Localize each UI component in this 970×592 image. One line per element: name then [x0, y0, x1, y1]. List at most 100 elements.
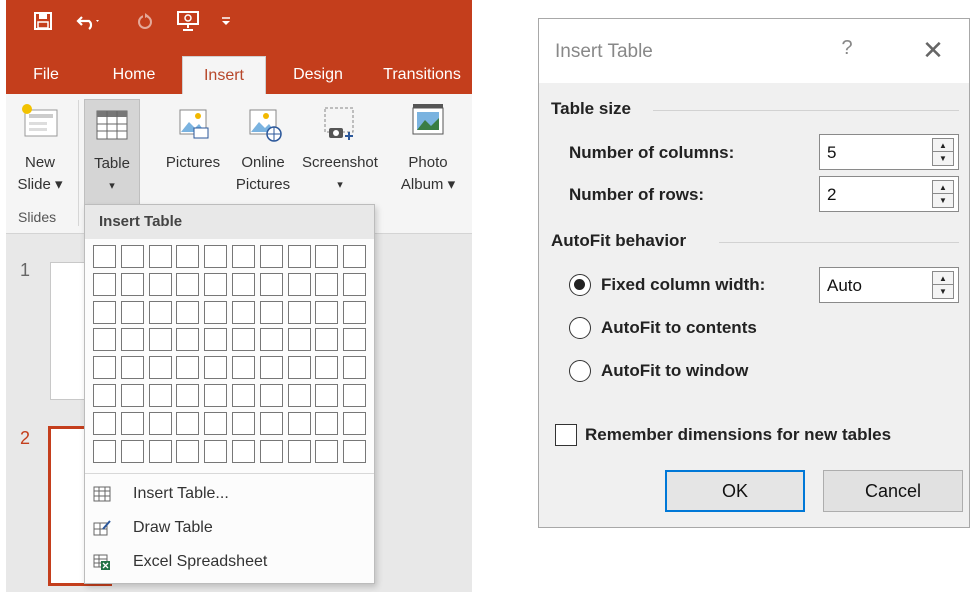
ok-button[interactable]: OK: [665, 470, 805, 512]
grid-cell[interactable]: [93, 300, 116, 324]
grid-cell[interactable]: [259, 328, 283, 352]
grid-cell[interactable]: [287, 272, 311, 296]
online-pictures-button[interactable]: Online Pictures: [232, 102, 294, 196]
grid-cell[interactable]: [176, 356, 200, 380]
grid-cell[interactable]: [259, 272, 283, 296]
grid-cell[interactable]: [287, 328, 311, 352]
grid-cell[interactable]: [93, 328, 116, 352]
customize-toolbar-icon[interactable]: [218, 8, 234, 34]
fixed-width-value[interactable]: Auto: [827, 276, 862, 296]
autofit-contents-label[interactable]: AutoFit to contents: [601, 318, 757, 338]
grid-cell[interactable]: [176, 328, 200, 352]
insert-table-menu-item[interactable]: Insert Table...: [85, 477, 374, 511]
grid-cell[interactable]: [315, 411, 339, 435]
grid-cell[interactable]: [93, 245, 116, 268]
grid-cell[interactable]: [343, 356, 367, 380]
grid-cell[interactable]: [287, 384, 311, 407]
remember-dimensions-checkbox[interactable]: [555, 424, 577, 446]
spin-up-icon[interactable]: ▲: [933, 139, 953, 152]
undo-icon[interactable]: [74, 8, 104, 34]
spin-down-icon[interactable]: ▼: [933, 194, 953, 207]
grid-cell[interactable]: [176, 245, 200, 268]
grid-cell[interactable]: [259, 356, 283, 380]
grid-cell[interactable]: [232, 300, 255, 324]
grid-cell[interactable]: [315, 272, 339, 296]
spin-up-icon[interactable]: ▲: [933, 181, 953, 194]
remember-dimensions-label[interactable]: Remember dimensions for new tables: [585, 425, 891, 445]
grid-cell[interactable]: [204, 384, 228, 407]
grid-cell[interactable]: [259, 411, 283, 435]
grid-cell[interactable]: [343, 300, 367, 324]
grid-cell[interactable]: [287, 439, 311, 463]
grid-cell[interactable]: [232, 356, 255, 380]
rows-spinner[interactable]: 2 ▲ ▼: [819, 176, 959, 212]
grid-cell[interactable]: [315, 439, 339, 463]
pictures-button[interactable]: Pictures: [158, 102, 228, 174]
grid-cell[interactable]: [120, 356, 144, 380]
grid-cell[interactable]: [343, 328, 367, 352]
grid-cell[interactable]: [287, 245, 311, 268]
grid-cell[interactable]: [343, 439, 367, 463]
grid-cell[interactable]: [287, 356, 311, 380]
grid-cell[interactable]: [176, 300, 200, 324]
table-button[interactable]: Table ▾: [84, 99, 140, 205]
grid-cell[interactable]: [93, 356, 116, 380]
autofit-window-radio[interactable]: [569, 360, 591, 382]
grid-cell[interactable]: [93, 384, 116, 407]
grid-cell[interactable]: [148, 439, 172, 463]
grid-cell[interactable]: [93, 439, 116, 463]
grid-cell[interactable]: [232, 439, 255, 463]
rows-value[interactable]: 2: [827, 185, 836, 205]
photo-album-button[interactable]: Photo Album ▾: [392, 102, 464, 196]
spin-down-icon[interactable]: ▼: [933, 285, 953, 298]
new-slide-button[interactable]: New Slide ▾: [12, 102, 68, 196]
autofit-window-label[interactable]: AutoFit to window: [601, 361, 748, 381]
tab-home[interactable]: Home: [98, 56, 170, 94]
screenshot-button[interactable]: Screenshot ▾: [296, 102, 384, 196]
rows-spin-arrows[interactable]: ▲ ▼: [932, 180, 954, 208]
grid-cell[interactable]: [232, 411, 255, 435]
spin-up-icon[interactable]: ▲: [933, 272, 953, 285]
fixed-width-spin-arrows[interactable]: ▲ ▼: [932, 271, 954, 299]
grid-cell[interactable]: [287, 300, 311, 324]
grid-cell[interactable]: [204, 356, 228, 380]
grid-cell[interactable]: [120, 245, 144, 268]
grid-cell[interactable]: [148, 411, 172, 435]
grid-cell[interactable]: [315, 245, 339, 268]
tab-file[interactable]: File: [20, 56, 72, 94]
grid-cell[interactable]: [315, 384, 339, 407]
grid-cell[interactable]: [148, 356, 172, 380]
tab-insert[interactable]: Insert: [182, 56, 266, 94]
grid-cell[interactable]: [93, 411, 116, 435]
grid-cell[interactable]: [343, 384, 367, 407]
table-size-grid[interactable]: [93, 245, 367, 469]
columns-value[interactable]: 5: [827, 143, 836, 163]
grid-cell[interactable]: [204, 300, 228, 324]
grid-cell[interactable]: [148, 384, 172, 407]
grid-cell[interactable]: [315, 300, 339, 324]
grid-cell[interactable]: [232, 328, 255, 352]
slideshow-from-beginning-icon[interactable]: [174, 8, 202, 34]
grid-cell[interactable]: [120, 272, 144, 296]
grid-cell[interactable]: [148, 245, 172, 268]
grid-cell[interactable]: [120, 411, 144, 435]
grid-cell[interactable]: [176, 411, 200, 435]
fixed-width-label[interactable]: Fixed column width:: [601, 275, 765, 295]
grid-cell[interactable]: [93, 272, 116, 296]
grid-cell[interactable]: [176, 384, 200, 407]
grid-cell[interactable]: [148, 328, 172, 352]
grid-cell[interactable]: [120, 384, 144, 407]
grid-cell[interactable]: [176, 439, 200, 463]
spin-down-icon[interactable]: ▼: [933, 152, 953, 165]
grid-cell[interactable]: [232, 245, 255, 268]
grid-cell[interactable]: [120, 328, 144, 352]
grid-cell[interactable]: [204, 439, 228, 463]
grid-cell[interactable]: [259, 439, 283, 463]
grid-cell[interactable]: [204, 272, 228, 296]
autofit-contents-radio[interactable]: [569, 317, 591, 339]
grid-cell[interactable]: [259, 384, 283, 407]
fixed-width-radio[interactable]: [569, 274, 591, 296]
save-icon[interactable]: [30, 8, 56, 34]
redo-icon[interactable]: [134, 8, 156, 34]
columns-spin-arrows[interactable]: ▲ ▼: [932, 138, 954, 166]
